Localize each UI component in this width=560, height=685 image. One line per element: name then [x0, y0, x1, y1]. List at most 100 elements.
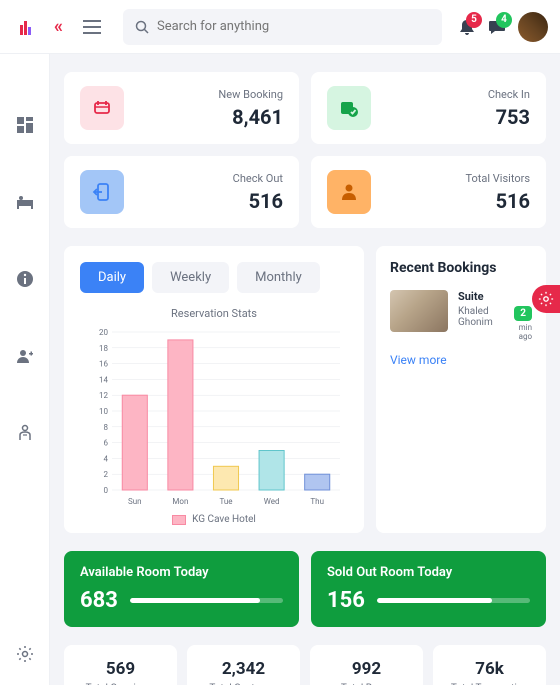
stat-label: Total Visitors [385, 172, 530, 185]
green-label: Available Room Today [80, 565, 283, 580]
sidebar-item-info[interactable] [14, 268, 36, 290]
search-input[interactable] [157, 19, 430, 34]
time-badge: 2 [514, 306, 532, 321]
available-room-card[interactable]: Available Room Today 683 [64, 551, 299, 627]
booking-guest: Khaled Ghonim [458, 306, 510, 328]
hamburger-menu-button[interactable] [77, 20, 107, 34]
stat-label: Check Out [138, 172, 283, 185]
svg-text:8: 8 [104, 423, 109, 432]
tab-weekly[interactable]: Weekly [152, 262, 229, 293]
sidebar-item-dashboard[interactable] [14, 114, 36, 136]
bed-icon [16, 193, 34, 211]
search-box[interactable] [123, 9, 442, 45]
booking-item[interactable]: Suite Khaled Ghonim 2 minago [390, 290, 532, 341]
stat-grid: New Booking 8,461 Check In 753 Check Out… [64, 72, 546, 228]
svg-text:Wed: Wed [264, 497, 280, 506]
svg-text:2: 2 [104, 470, 109, 479]
svg-text:16: 16 [99, 360, 108, 369]
svg-text:12: 12 [99, 391, 108, 400]
reservation-chart: 0 2 4 6 8 10 12 14 16 18 20 Sun Mon Tue Wed Thu [80, 328, 348, 508]
availability-row: Available Room Today 683 Sold Out Room T… [64, 551, 546, 627]
sidebar-item-concierge[interactable] [14, 422, 36, 444]
stat-label: Check In [385, 88, 530, 101]
svg-text:Mon: Mon [172, 497, 188, 506]
svg-text:18: 18 [99, 344, 108, 353]
chart-row: Daily Weekly Monthly Reservation Stats 0… [64, 246, 546, 533]
booking-room: Suite [458, 290, 532, 303]
stat-card-visitors[interactable]: Total Visitors 516 [311, 156, 546, 228]
checkout-icon [80, 170, 124, 214]
logo[interactable] [12, 13, 40, 41]
recent-bookings-panel: Recent Bookings Suite Khaled Ghonim 2 mi… [376, 246, 546, 533]
svg-text:4: 4 [104, 454, 109, 463]
users-icon [16, 347, 34, 365]
sidebar-item-settings[interactable] [14, 643, 36, 665]
messages-button[interactable]: 4 [488, 18, 506, 36]
search-icon [135, 20, 149, 34]
chart-tabs: Daily Weekly Monthly [80, 262, 348, 293]
gear-icon [538, 291, 554, 307]
booking-icon [80, 86, 124, 130]
notifications-button[interactable]: 5 [458, 18, 476, 36]
total-room-card[interactable]: 992 Total Room [310, 645, 423, 685]
collapse-sidebar-button[interactable]: « [48, 16, 69, 37]
top-bar: « 5 4 [0, 0, 560, 54]
chat-badge: 4 [496, 12, 512, 28]
stat-value: 516 [138, 189, 283, 213]
user-avatar[interactable] [518, 12, 548, 42]
top-icons: 5 4 [458, 12, 548, 42]
stat-value: 753 [385, 105, 530, 129]
svg-text:6: 6 [104, 439, 109, 448]
svg-text:0: 0 [104, 486, 109, 495]
info-icon [16, 270, 34, 288]
bell-badge: 5 [466, 12, 482, 28]
svg-text:10: 10 [99, 407, 108, 416]
bookings-title: Recent Bookings [390, 260, 532, 276]
svg-text:Sun: Sun [128, 497, 142, 506]
main-content: New Booking 8,461 Check In 753 Check Out… [50, 54, 560, 685]
total-customer-card[interactable]: 2,342 Total Customer [187, 645, 300, 685]
chart-legend: KG Cave Hotel [80, 514, 348, 525]
theme-settings-button[interactable] [532, 285, 560, 313]
green-value: 683 [80, 588, 118, 613]
booking-thumbnail [390, 290, 448, 332]
svg-text:20: 20 [99, 328, 108, 337]
progress-bar [130, 598, 283, 603]
booking-time-suffix: minago [514, 323, 532, 341]
totals-row: 569 Total Concierge 2,342 Total Customer… [64, 645, 546, 685]
legend-swatch [172, 515, 186, 525]
stat-value: 516 [385, 189, 530, 213]
chart-panel: Daily Weekly Monthly Reservation Stats 0… [64, 246, 364, 533]
checkin-icon [327, 86, 371, 130]
green-label: Sold Out Room Today [327, 565, 530, 580]
stat-card-check-in[interactable]: Check In 753 [311, 72, 546, 144]
svg-text:Tue: Tue [219, 497, 232, 506]
total-transaction-card[interactable]: 76k Total Transaction [433, 645, 546, 685]
stat-card-check-out[interactable]: Check Out 516 [64, 156, 299, 228]
total-value: 569 [72, 659, 169, 679]
concierge-icon [16, 424, 34, 442]
tab-daily[interactable]: Daily [80, 262, 144, 293]
sidebar-item-rooms[interactable] [14, 191, 36, 213]
total-value: 2,342 [195, 659, 292, 679]
stat-card-new-booking[interactable]: New Booking 8,461 [64, 72, 299, 144]
dashboard-icon [16, 116, 34, 134]
tab-monthly[interactable]: Monthly [237, 262, 320, 293]
sold-out-room-card[interactable]: Sold Out Room Today 156 [311, 551, 546, 627]
chart-title: Reservation Stats [80, 307, 348, 320]
stat-label: New Booking [138, 88, 283, 101]
gear-icon [16, 645, 34, 663]
legend-label: KG Cave Hotel [192, 514, 256, 525]
chart-area: Reservation Stats 0 2 4 6 8 10 12 14 16 18 20 Sun Mo… [80, 307, 348, 517]
sidebar [0, 54, 50, 685]
view-more-link[interactable]: View more [390, 353, 532, 367]
visitors-icon [327, 170, 371, 214]
total-value: 992 [318, 659, 415, 679]
stat-value: 8,461 [138, 105, 283, 129]
total-value: 76k [441, 659, 538, 679]
svg-text:14: 14 [99, 375, 108, 384]
progress-bar [377, 598, 530, 603]
sidebar-item-users[interactable] [14, 345, 36, 367]
svg-text:Thu: Thu [310, 497, 324, 506]
total-concierge-card[interactable]: 569 Total Concierge [64, 645, 177, 685]
